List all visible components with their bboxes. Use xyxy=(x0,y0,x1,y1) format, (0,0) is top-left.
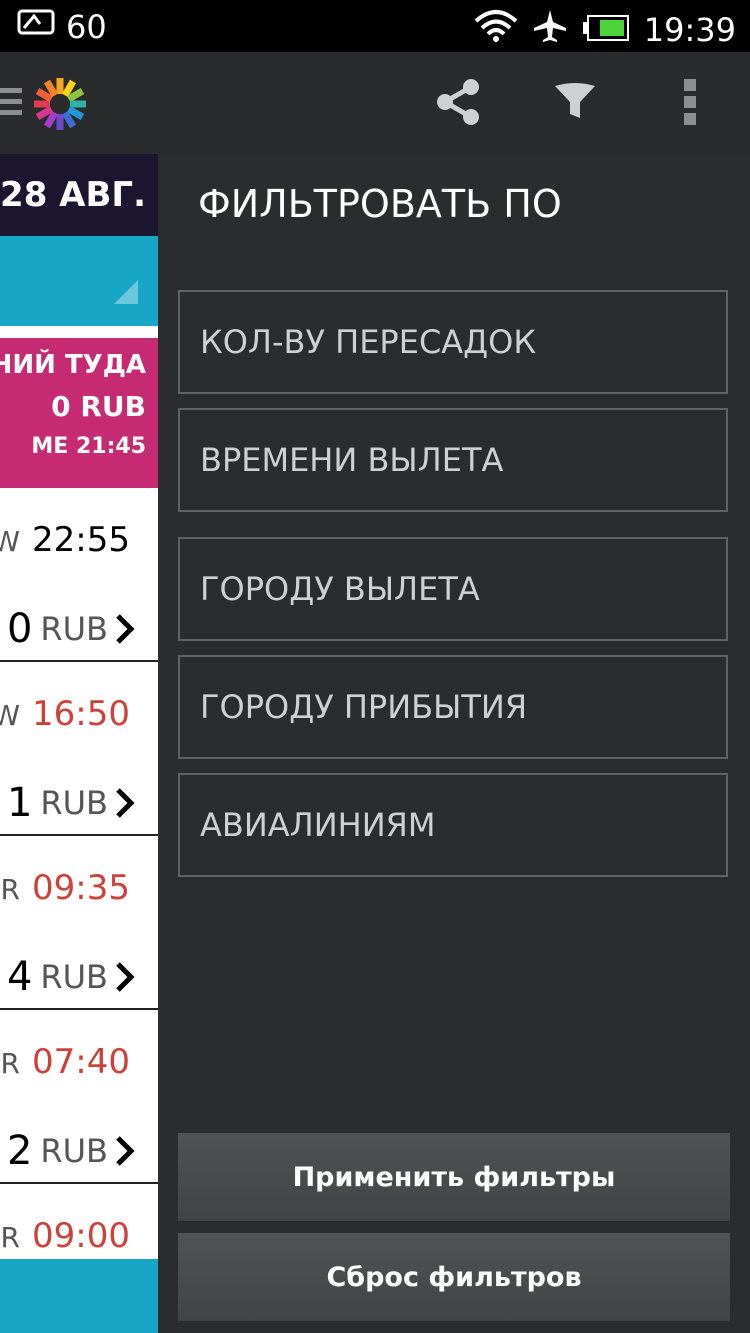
offer-line-2: 0 RUB xyxy=(51,390,146,423)
status-bar: 60 19:39 xyxy=(0,0,750,52)
battery-percent: 60 xyxy=(66,8,107,46)
action-bar xyxy=(0,52,750,154)
battery-icon xyxy=(582,11,630,49)
filter-label: ГОРОДУ ПРИБЫТИЯ xyxy=(200,688,528,726)
chevron-right-icon xyxy=(116,614,135,644)
price-currency: RUB xyxy=(40,784,108,822)
flight-row[interactable]: W 16:50 1 RUB xyxy=(0,662,158,836)
dropdown-corner-icon xyxy=(114,280,138,304)
filter-arrival-city[interactable]: ГОРОДУ ПРИБЫТИЯ xyxy=(178,655,728,759)
airport-code: W xyxy=(0,525,21,558)
bottom-bar xyxy=(0,1259,158,1333)
filter-icon[interactable] xyxy=(545,72,605,132)
filter-label: КОЛ-ВУ ПЕРЕСАДОК xyxy=(200,323,537,361)
menu-icon[interactable] xyxy=(0,88,22,118)
date-selector[interactable]: 28 АВГ. xyxy=(0,154,158,236)
price-value: 0 xyxy=(6,606,33,652)
departure-time: 09:00 xyxy=(32,1216,130,1256)
departure-time: 16:50 xyxy=(32,694,130,734)
departure-time: 09:35 xyxy=(32,868,130,908)
price-value: 2 xyxy=(6,1128,33,1174)
app-logo[interactable] xyxy=(33,77,87,131)
chevron-right-icon xyxy=(116,788,135,818)
offer-line-1: ДНИЙ ТУДА xyxy=(0,350,146,380)
flight-list-panel: 28 АВГ. ДНИЙ ТУДА 0 RUB МЕ 21:45 W 22:55 … xyxy=(0,154,158,1333)
price-currency: RUB xyxy=(40,1132,108,1170)
sort-dropdown[interactable] xyxy=(0,236,158,326)
flight-row[interactable]: R 07:40 2 RUB xyxy=(0,1010,158,1184)
airport-code: W xyxy=(0,699,21,732)
chevron-right-icon xyxy=(116,1136,135,1166)
flight-row[interactable]: R 09:35 4 RUB xyxy=(0,836,158,1010)
apply-filters-button[interactable]: Применить фильтры xyxy=(178,1133,730,1221)
departure-time: 22:55 xyxy=(32,520,130,560)
offer-line-3: МЕ 21:45 xyxy=(31,434,146,459)
airplane-mode-icon xyxy=(532,8,568,52)
filter-label: ВРЕМЕНИ ВЫЛЕТА xyxy=(200,441,504,479)
share-icon[interactable] xyxy=(428,72,488,132)
drawer-title: ФИЛЬТРОВАТЬ ПО xyxy=(198,182,562,226)
airport-code: R xyxy=(0,873,21,906)
filter-departure-city[interactable]: ГОРОДУ ВЫЛЕТА xyxy=(178,537,728,641)
price-currency: RUB xyxy=(40,958,108,996)
filter-drawer: ФИЛЬТРОВАТЬ ПО КОЛ-ВУ ПЕРЕСАДОК ВРЕМЕНИ … xyxy=(158,154,750,1333)
filter-label: АВИАЛИНИЯМ xyxy=(200,806,436,844)
clock: 19:39 xyxy=(643,11,736,49)
airport-code: R xyxy=(0,1047,21,1080)
price-value: 1 xyxy=(6,780,33,826)
filter-airlines[interactable]: АВИАЛИНИЯМ xyxy=(178,773,728,877)
airport-code: R xyxy=(0,1221,21,1254)
chevron-right-icon xyxy=(116,962,135,992)
date-label: 28 АВГ. xyxy=(0,175,146,215)
message-icon xyxy=(16,8,56,46)
price-currency: RUB xyxy=(40,610,108,648)
wifi-icon xyxy=(474,9,518,51)
filter-label: ГОРОДУ ВЫЛЕТА xyxy=(200,570,480,608)
price-value: 4 xyxy=(6,954,33,1000)
highlight-offer[interactable]: ДНИЙ ТУДА 0 RUB МЕ 21:45 xyxy=(0,338,158,488)
flight-row[interactable]: W 22:55 0 RUB xyxy=(0,488,158,662)
departure-time: 07:40 xyxy=(32,1042,130,1082)
overflow-menu-icon[interactable] xyxy=(660,72,720,132)
filter-departure-time[interactable]: ВРЕМЕНИ ВЫЛЕТА xyxy=(178,408,728,512)
filter-transfers[interactable]: КОЛ-ВУ ПЕРЕСАДОК xyxy=(178,290,728,394)
reset-filters-button[interactable]: Сброс фильтров xyxy=(178,1233,730,1321)
